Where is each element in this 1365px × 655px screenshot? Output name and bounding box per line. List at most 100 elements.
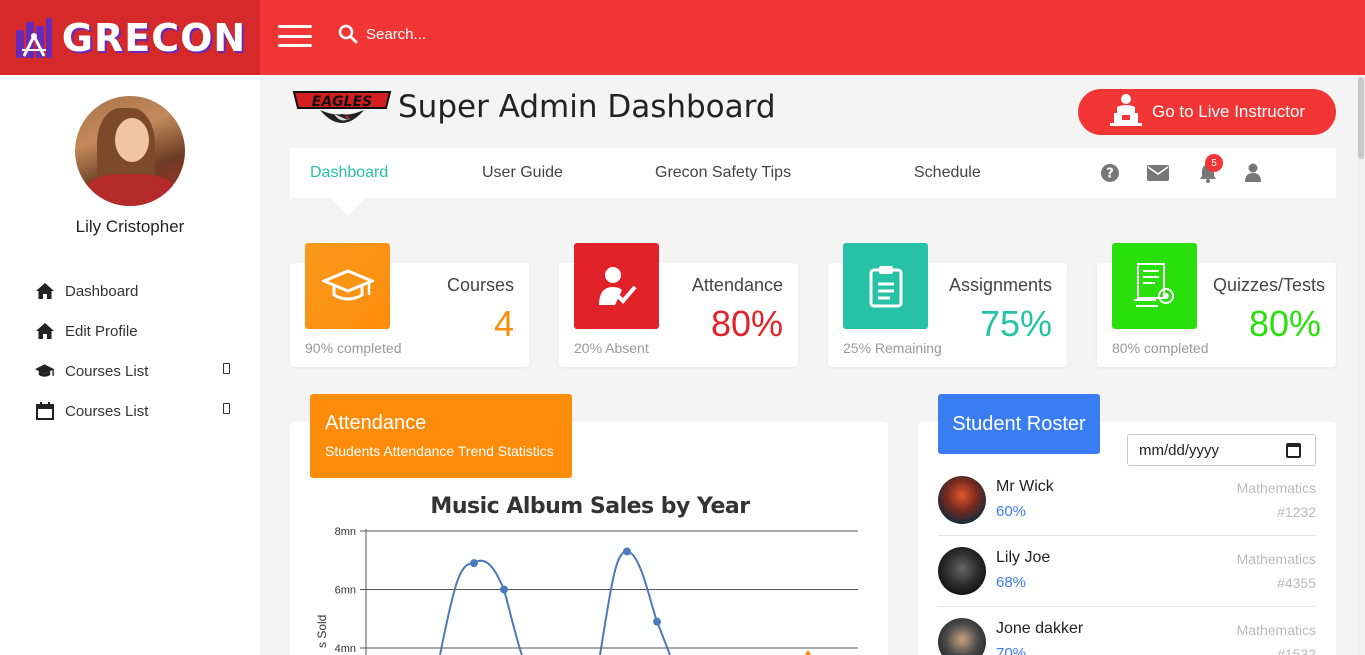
stat-value: 75%	[979, 303, 1052, 344]
instructor-icon	[1108, 93, 1144, 132]
expand-icon[interactable]	[223, 403, 230, 414]
tab-safety-tips[interactable]: Grecon Safety Tips	[655, 164, 791, 182]
page-title: Super Admin Dashboard	[398, 89, 776, 125]
student-id: #4355	[1277, 575, 1316, 591]
student-name: Jone dakker	[996, 620, 1084, 637]
student-avatar	[938, 476, 986, 524]
compass-logo-icon	[15, 17, 52, 58]
page-scrollbar[interactable]	[1357, 75, 1365, 655]
live-instructor-button[interactable]: Go to Live Instructor	[1078, 89, 1336, 135]
student-name: Lily Joe	[996, 549, 1051, 566]
student-subject: Mathematics	[1236, 622, 1316, 638]
student-percent: 70%	[996, 645, 1027, 655]
eagles-logo: EAGLES	[292, 91, 392, 123]
chart-y-ticks: 8mn 6mn 4mn	[335, 526, 356, 655]
sidebar: Lily Cristopher Dashboard Edit Profile C…	[0, 75, 260, 655]
sidebar-item-courses-list[interactable]: Courses List	[34, 351, 234, 391]
chart-data-point	[653, 617, 661, 626]
calendar-icon[interactable]	[1286, 443, 1301, 458]
attendance-panel-header: Attendance Students Attendance Trend Sta…	[310, 394, 572, 478]
tab-schedule[interactable]: Schedule	[914, 164, 981, 182]
sidebar-item-edit-profile[interactable]: Edit Profile	[34, 311, 234, 351]
sidebar-item-label: Courses List	[65, 362, 149, 380]
student-roster-title: Student Roster	[938, 394, 1100, 454]
avatar-jacket	[85, 174, 175, 206]
chart-grid	[360, 529, 858, 655]
search-icon[interactable]	[338, 24, 358, 44]
chart-y-tick-label: 8mn	[335, 526, 356, 538]
stat-title: Quizzes/Tests	[1212, 275, 1325, 295]
chart-y-tick-label: 6mn	[335, 585, 356, 597]
brand-logo[interactable]: GRECON	[0, 0, 260, 75]
date-picker[interactable]: mm/dd/yyyy	[1127, 434, 1316, 466]
orange-marker-icon	[805, 650, 811, 655]
tab-user-guide[interactable]: User Guide	[482, 164, 563, 182]
student-subject: Mathematics	[1236, 551, 1316, 567]
attendance-panel-title: Attendance	[325, 412, 427, 434]
notification-badge: 5	[1205, 154, 1223, 172]
student-id: #1232	[1277, 504, 1316, 520]
roster-row[interactable]: Jone dakker 70% Mathematics #1532	[938, 608, 1316, 655]
sidebar-item-courses-list-calendar[interactable]: Courses List	[34, 391, 234, 431]
sidebar-nav: Dashboard Edit Profile Courses List Cour…	[34, 271, 234, 431]
menu-toggle-button[interactable]	[278, 25, 312, 47]
user-name: Lily Cristopher	[75, 217, 185, 236]
stat-subtext: 80% completed	[1112, 340, 1209, 356]
certificate-icon	[1112, 243, 1197, 329]
tab-dashboard[interactable]: Dashboard	[310, 164, 388, 182]
live-button-label: Go to Live Instructor	[1152, 102, 1306, 121]
stat-subtext: 20% Absent	[574, 340, 649, 356]
home-icon	[34, 281, 55, 301]
chart-title: Music Album Sales by Year	[430, 494, 750, 519]
graduation-cap-icon	[34, 361, 55, 381]
stat-title: Courses	[446, 275, 514, 295]
stat-value: 4	[493, 303, 514, 344]
stat-subtext: 25% Remaining	[843, 340, 942, 356]
sidebar-item-label: Dashboard	[65, 282, 139, 300]
hamburger-line	[278, 44, 312, 47]
user-icon[interactable]	[1242, 162, 1264, 184]
mail-icon[interactable]	[1147, 162, 1169, 184]
svg-text:EAGLES: EAGLES	[312, 94, 372, 110]
avatar[interactable]	[75, 96, 185, 206]
date-placeholder: mm/dd/yyyy	[1139, 441, 1220, 459]
sidebar-item-dashboard[interactable]: Dashboard	[34, 271, 234, 311]
stat-value: 80%	[1248, 303, 1321, 344]
sidebar-item-label: Edit Profile	[65, 322, 138, 340]
hamburger-line	[278, 34, 312, 38]
logo-text: GRECON	[61, 15, 247, 60]
expand-icon[interactable]	[223, 363, 230, 374]
roster-row[interactable]: Lily Joe 68% Mathematics #4355	[938, 537, 1316, 607]
chart-data-point	[500, 585, 508, 594]
active-tab-pointer	[330, 197, 366, 215]
student-subject: Mathematics	[1236, 480, 1316, 496]
scrollbar-thumb[interactable]	[1358, 77, 1364, 159]
graduation-cap-icon	[305, 243, 390, 329]
attendance-chart: 8mn 6mn 4mn s Sold	[315, 526, 858, 655]
student-id: #1532	[1277, 646, 1316, 655]
svg-text:?: ?	[1106, 167, 1114, 182]
stat-value: 80%	[710, 303, 783, 344]
student-avatar	[938, 618, 986, 655]
roster-row[interactable]: Mr Wick 60% Mathematics #1232	[938, 466, 1316, 536]
user-check-icon	[574, 243, 659, 329]
student-percent: 60%	[996, 503, 1027, 520]
help-icon[interactable]: ?	[1099, 162, 1121, 184]
chart-y-label: s Sold	[315, 615, 329, 648]
chart-points	[470, 547, 661, 626]
hamburger-line	[278, 25, 312, 28]
sidebar-item-label: Courses List	[65, 402, 149, 420]
clipboard-icon	[843, 243, 928, 329]
home-icon	[34, 321, 55, 341]
chart-data-point	[470, 559, 478, 568]
calendar-icon	[34, 401, 55, 421]
search-input[interactable]	[366, 25, 566, 43]
stat-subtext: 90% completed	[305, 340, 402, 356]
student-name: Mr Wick	[996, 478, 1054, 495]
student-avatar	[938, 547, 986, 595]
chart-y-tick-label: 4mn	[335, 643, 356, 655]
attendance-panel-subtitle: Students Attendance Trend Statistics	[325, 443, 554, 459]
student-percent: 68%	[996, 574, 1027, 591]
stat-title: Attendance	[691, 275, 783, 295]
search-bar	[338, 24, 566, 44]
